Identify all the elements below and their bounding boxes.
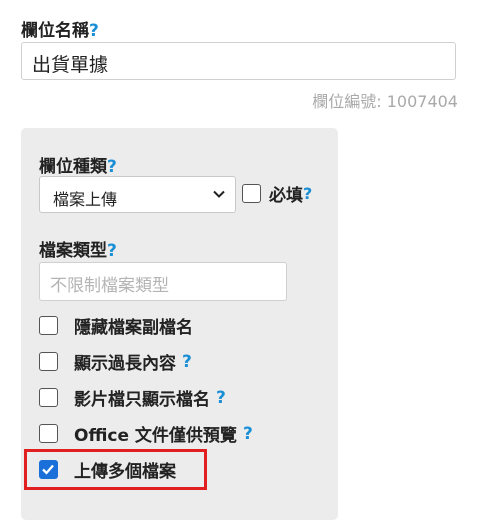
option-office-preview-only[interactable]: Office 文件僅供預覽 ? [39,421,253,446]
help-icon[interactable]: ? [107,157,117,177]
field-type-label: 欄位種類? [39,152,117,177]
field-name-input[interactable]: 出貨單據 [21,42,456,80]
file-type-label-text: 檔案類型 [39,241,107,261]
field-name-label-text: 欄位名稱 [21,21,89,41]
help-icon[interactable]: ? [89,21,99,41]
required-label: 必填 [269,186,303,206]
option-video-filename-only[interactable]: 影片檔只顯示檔名 ? [39,385,226,410]
option-label: 隱藏檔案副檔名 [74,318,193,338]
field-type-select[interactable]: 檔案上傳 [39,176,236,213]
help-icon[interactable]: ? [303,184,312,203]
option-show-long-content[interactable]: 顯示過長內容 ? [39,349,192,374]
office-preview-only-checkbox[interactable] [39,424,58,443]
field-id-text: 欄位編號: 1007404 [312,92,458,111]
video-filename-only-checkbox[interactable] [39,388,58,407]
file-type-input[interactable]: 不限制檔案類型 [39,262,287,301]
file-type-label: 檔案類型? [39,236,117,261]
required-toggle[interactable]: 必填? [242,181,312,206]
help-icon[interactable]: ? [243,424,253,444]
option-label: 顯示過長內容 [74,354,176,374]
field-name-label: 欄位名稱? [21,16,99,41]
option-label: Office 文件僅供預覽 [74,426,237,446]
field-type-label-text: 欄位種類 [39,157,107,177]
required-checkbox[interactable] [242,184,261,203]
show-long-content-checkbox[interactable] [39,352,58,371]
field-type-select-value: 檔案上傳 [53,190,118,209]
option-label: 影片檔只顯示檔名 [74,390,210,410]
highlight-box [24,449,207,490]
option-hide-extension[interactable]: 隱藏檔案副檔名 [39,313,193,338]
help-icon[interactable]: ? [107,241,117,261]
help-icon[interactable]: ? [216,388,226,408]
chevron-down-icon [212,186,226,205]
help-icon[interactable]: ? [182,352,192,372]
hide-extension-checkbox[interactable] [39,316,58,335]
